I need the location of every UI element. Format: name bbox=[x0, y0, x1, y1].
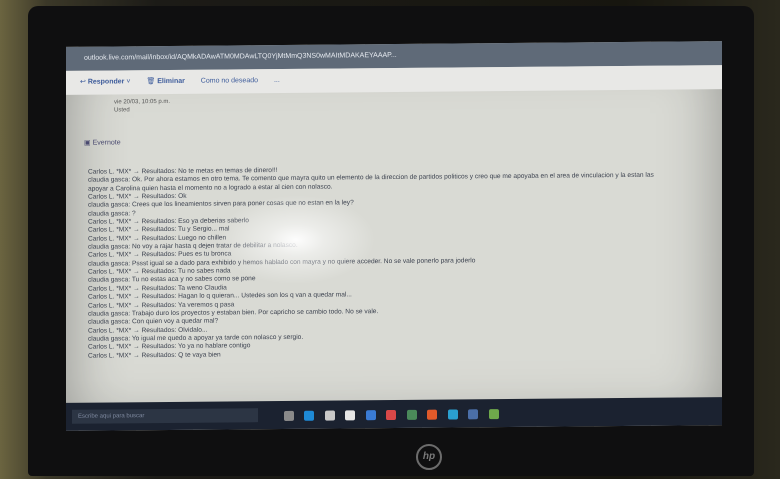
chrome-icon[interactable] bbox=[427, 409, 438, 420]
attachment-link[interactable]: ▣ Evernote bbox=[84, 138, 121, 146]
delete-button[interactable]: 🗑 Eliminar bbox=[146, 78, 184, 85]
taskbar: Escribe aqui para buscar bbox=[66, 397, 722, 431]
dropbox-icon[interactable] bbox=[365, 410, 376, 421]
file-explorer-icon[interactable] bbox=[324, 410, 335, 421]
message-date: vie 20/03, 10:05 p.m. bbox=[114, 98, 171, 106]
app-blue-icon[interactable] bbox=[447, 409, 458, 420]
app-green-icon[interactable] bbox=[406, 409, 417, 420]
mail-toolbar: ↩ Responder ˅ 🗑 Eliminar Como no deseado… bbox=[66, 65, 722, 95]
chat-transcript: Carlos L. *MX* → Resultados: No te metas… bbox=[88, 163, 718, 360]
app-word-icon[interactable] bbox=[468, 409, 479, 420]
hp-logo: hp bbox=[416, 444, 442, 470]
taskbar-icons bbox=[284, 406, 505, 422]
edge-browser-icon[interactable] bbox=[304, 410, 315, 421]
mark-junk-button[interactable]: Como no deseado bbox=[201, 77, 258, 84]
taskbar-search-input[interactable]: Escribe aqui para buscar bbox=[72, 408, 258, 424]
app-red-icon[interactable] bbox=[386, 409, 397, 421]
store-icon[interactable] bbox=[345, 410, 356, 421]
message-meta: vie 20/03, 10:05 p.m. Usted bbox=[114, 98, 170, 114]
message-recipient: Usted bbox=[114, 107, 130, 114]
more-button[interactable]: ... bbox=[274, 77, 280, 84]
laptop-screen: outlook.live.com/mail/inbox/id/AQMkADAwA… bbox=[66, 41, 722, 431]
app-excel-icon[interactable] bbox=[488, 409, 499, 420]
screen-glare bbox=[216, 194, 376, 286]
task-view-icon[interactable] bbox=[284, 410, 294, 421]
reply-button[interactable]: ↩ Responder ˅ bbox=[80, 78, 130, 85]
attachment-icon: ▣ bbox=[84, 139, 91, 147]
